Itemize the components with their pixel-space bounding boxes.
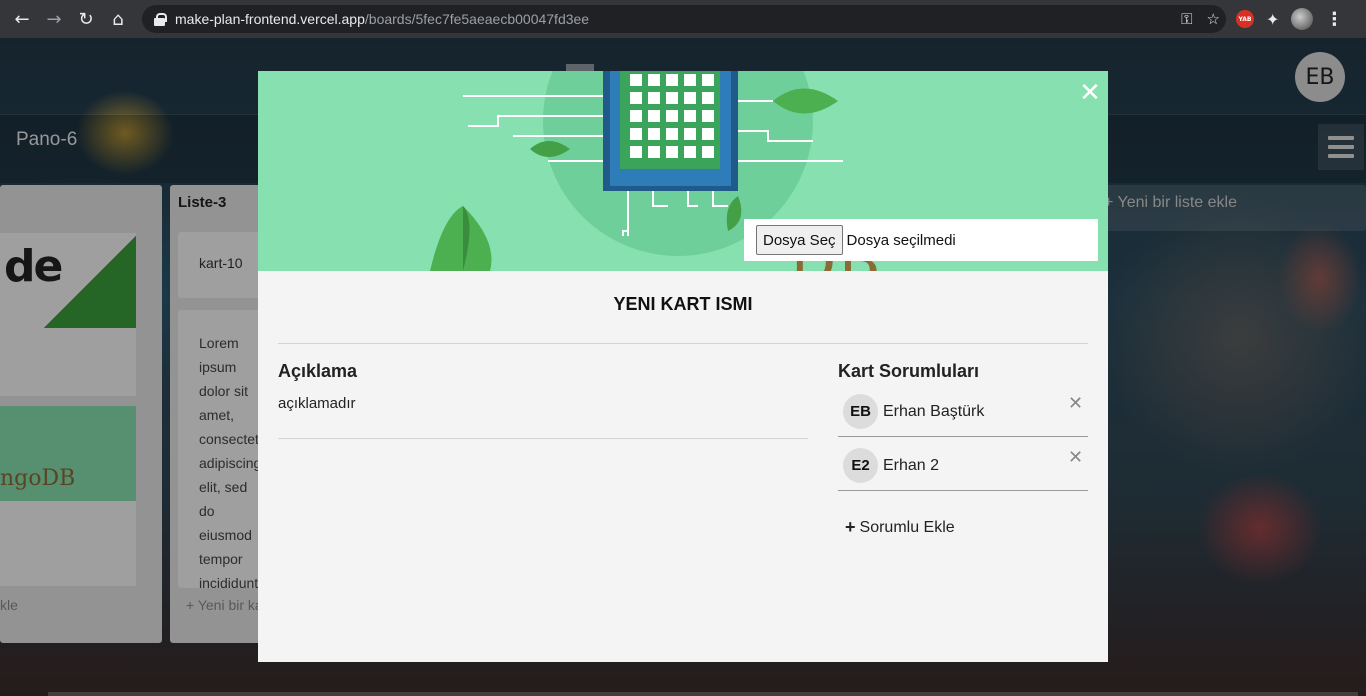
address-bar[interactable]: make-plan-frontend.vercel.app/boards/5fe… [142, 5, 1226, 33]
assignee-name: Erhan Baştürk [883, 403, 985, 420]
description-text[interactable]: açıklamadır [278, 395, 356, 412]
profile-avatar[interactable] [1291, 8, 1314, 30]
divider [278, 438, 808, 439]
description-heading: Açıklama [278, 361, 358, 381]
assignees-heading: Kart Sorumluları [838, 361, 980, 381]
card-detail-modal: DB ✕ Dosya Seç Dosya seçilmedi YENI KART… [258, 71, 1108, 662]
assignee-row: E2 Erhan 2 ✕ [838, 439, 1088, 491]
card-cover-image: DB ✕ Dosya Seç Dosya seçilmedi [258, 71, 1108, 271]
puzzle-icon[interactable]: ✦ [1266, 10, 1279, 29]
remove-assignee-icon[interactable]: ✕ [1068, 393, 1083, 414]
add-assignee-button[interactable]: + Sorumlu Ekle [845, 517, 955, 538]
plus-icon: + [845, 517, 856, 537]
assignee-name: Erhan 2 [883, 457, 940, 474]
assignee-avatar: EB [843, 394, 878, 429]
menu-dots-icon[interactable]: ⋮ [1325, 9, 1343, 30]
add-assignee-label: Sorumlu Ekle [859, 518, 955, 536]
reload-icon[interactable]: ↻ [70, 3, 102, 35]
home-icon[interactable]: ⌂ [102, 3, 134, 35]
url-host: make-plan-frontend.vercel.app [175, 11, 365, 27]
star-icon[interactable]: ☆ [1207, 10, 1220, 28]
yab-extension-icon[interactable]: YAB [1236, 10, 1254, 28]
back-arrow-icon[interactable]: ← [6, 3, 38, 35]
browser-toolbar: ← → ↻ ⌂ make-plan-frontend.vercel.app/bo… [0, 0, 1366, 38]
key-icon[interactable]: ⚿ [1181, 10, 1192, 28]
url-path: /boards/5fec7fe5aeaecb00047fd3ee [364, 11, 590, 27]
divider [278, 343, 1088, 344]
card-name-title[interactable]: YENI KART ISMI [258, 294, 1108, 315]
lock-icon[interactable] [154, 12, 167, 26]
assignee-row: EB Erhan Baştürk ✕ [838, 385, 1088, 437]
choose-file-button[interactable]: Dosya Seç [756, 225, 843, 255]
forward-arrow-icon[interactable]: → [38, 3, 70, 35]
remove-assignee-icon[interactable]: ✕ [1068, 447, 1083, 468]
file-status-text: Dosya seçilmedi [846, 231, 956, 249]
file-upload-field: Dosya Seç Dosya seçilmedi [744, 219, 1098, 261]
assignee-avatar: E2 [843, 448, 878, 483]
close-icon[interactable]: ✕ [1078, 80, 1102, 106]
